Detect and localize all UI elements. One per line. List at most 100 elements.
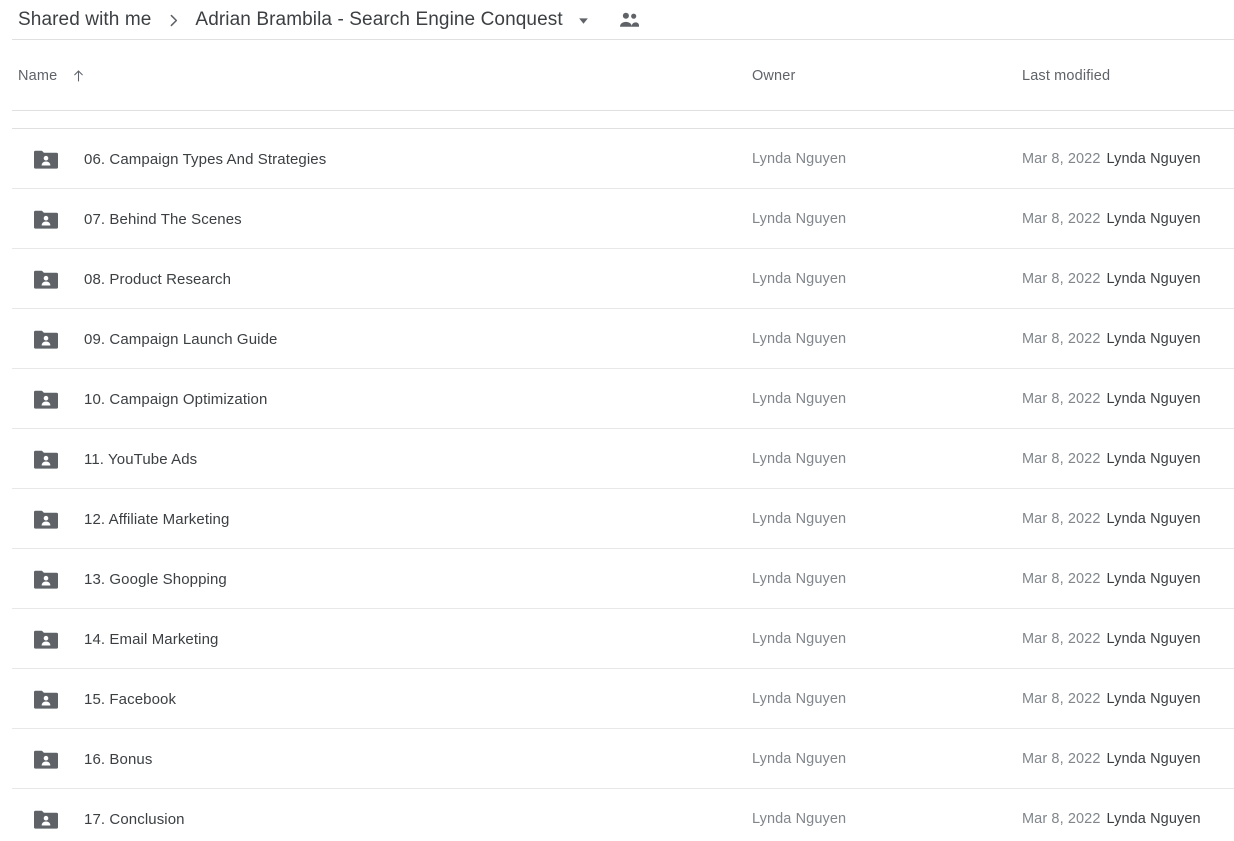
row-owner: Lynda Nguyen <box>752 811 847 827</box>
file-name: 16. Bonus <box>84 750 153 768</box>
file-name: 10. Campaign Optimization <box>84 390 268 408</box>
table-row[interactable]: 13. Google Shopping Lynda Nguyen Mar 8, … <box>0 549 1234 609</box>
modified-date: Mar 8, 2022 <box>1022 691 1101 707</box>
row-owner: Lynda Nguyen <box>752 271 847 287</box>
row-last-modified: Mar 8, 2022 Lynda Nguyen <box>1022 571 1234 587</box>
row-owner: Lynda Nguyen <box>752 691 847 707</box>
modified-by: Lynda Nguyen <box>1106 811 1201 827</box>
modified-by: Lynda Nguyen <box>1106 571 1201 587</box>
shared-folder-icon <box>18 749 58 770</box>
row-last-modified: Mar 8, 2022 Lynda Nguyen <box>1022 211 1234 227</box>
table-row[interactable]: 10. Campaign Optimization Lynda Nguyen M… <box>0 369 1234 429</box>
shared-folder-icon <box>18 509 58 530</box>
column-header-name[interactable]: Name <box>0 68 752 84</box>
row-owner: Lynda Nguyen <box>752 331 847 347</box>
chevron-right-icon <box>165 12 182 29</box>
table-row[interactable]: 09. Campaign Launch Guide Lynda Nguyen M… <box>0 309 1234 369</box>
modified-by: Lynda Nguyen <box>1106 631 1201 647</box>
shared-folder-icon <box>18 329 58 350</box>
table-row[interactable]: 07. Behind The Scenes Lynda Nguyen Mar 8… <box>0 189 1234 249</box>
column-header-owner[interactable]: Owner <box>752 68 1022 84</box>
row-name-cell: 15. Facebook <box>0 689 752 710</box>
row-last-modified: Mar 8, 2022 Lynda Nguyen <box>1022 631 1234 647</box>
shared-folder-icon <box>18 569 58 590</box>
modified-date: Mar 8, 2022 <box>1022 631 1101 647</box>
row-last-modified: Mar 8, 2022 Lynda Nguyen <box>1022 751 1234 767</box>
modified-by: Lynda Nguyen <box>1106 751 1201 767</box>
arrow-up-icon[interactable] <box>71 68 86 84</box>
table-row[interactable]: 08. Product Research Lynda Nguyen Mar 8,… <box>0 249 1234 309</box>
row-name-cell: 17. Conclusion <box>0 809 752 830</box>
row-owner: Lynda Nguyen <box>752 751 847 767</box>
row-owner: Lynda Nguyen <box>752 571 847 587</box>
row-name-cell: 09. Campaign Launch Guide <box>0 329 752 350</box>
table-row[interactable]: 15. Facebook Lynda Nguyen Mar 8, 2022 Lyn… <box>0 669 1234 729</box>
table-row[interactable]: 06. Campaign Types And Strategies Lynda … <box>0 129 1234 189</box>
shared-folder-icon <box>18 689 58 710</box>
row-owner: Lynda Nguyen <box>752 211 847 227</box>
file-name: 14. Email Marketing <box>84 630 219 648</box>
column-header-last-modified[interactable]: Last modified <box>1022 68 1234 84</box>
file-name: 08. Product Research <box>84 270 232 288</box>
shared-folder-icon <box>18 629 58 650</box>
file-name: 15. Facebook <box>84 690 177 708</box>
table-row[interactable]: 12. Affiliate Marketing Lynda Nguyen Mar… <box>0 489 1234 549</box>
modified-by: Lynda Nguyen <box>1106 391 1201 407</box>
chevron-down-icon[interactable] <box>577 14 590 27</box>
modified-by: Lynda Nguyen <box>1106 211 1201 227</box>
breadcrumb-root-shared-with-me[interactable]: Shared with me <box>18 9 151 31</box>
row-name-cell: 10. Campaign Optimization <box>0 389 752 410</box>
people-icon[interactable] <box>618 11 641 30</box>
row-name-cell: 16. Bonus <box>0 749 752 770</box>
row-last-modified: Mar 8, 2022 Lynda Nguyen <box>1022 271 1234 287</box>
modified-date: Mar 8, 2022 <box>1022 451 1101 467</box>
modified-by: Lynda Nguyen <box>1106 691 1201 707</box>
modified-by: Lynda Nguyen <box>1106 331 1201 347</box>
column-header-name-label: Name <box>18 67 58 84</box>
shared-folder-icon <box>18 209 58 230</box>
row-owner: Lynda Nguyen <box>752 511 847 527</box>
file-name: 11. YouTube Ads <box>84 450 198 468</box>
modified-date: Mar 8, 2022 <box>1022 511 1101 527</box>
row-name-cell: 06. Campaign Types And Strategies <box>0 149 752 170</box>
row-owner: Lynda Nguyen <box>752 631 847 647</box>
row-owner: Lynda Nguyen <box>752 151 847 167</box>
file-name: 07. Behind The Scenes <box>84 210 242 228</box>
file-name: 12. Affiliate Marketing <box>84 510 230 528</box>
modified-by: Lynda Nguyen <box>1106 271 1201 287</box>
table-row[interactable]: 14. Email Marketing Lynda Nguyen Mar 8, … <box>0 609 1234 669</box>
row-name-cell: 11. YouTube Ads <box>0 449 752 470</box>
table-row[interactable]: 16. Bonus Lynda Nguyen Mar 8, 2022 Lynda … <box>0 729 1234 789</box>
file-name: 09. Campaign Launch Guide <box>84 330 278 348</box>
shared-folder-icon <box>18 149 58 170</box>
shared-folder-icon <box>18 809 58 830</box>
modified-date: Mar 8, 2022 <box>1022 331 1101 347</box>
file-list: 06. Campaign Types And Strategies Lynda … <box>0 129 1234 841</box>
file-name: 13. Google Shopping <box>84 570 227 588</box>
row-name-cell: 08. Product Research <box>0 269 752 290</box>
row-owner: Lynda Nguyen <box>752 391 847 407</box>
breadcrumb-current-folder[interactable]: Adrian Brambila - Search Engine Conquest <box>195 9 562 31</box>
row-last-modified: Mar 8, 2022 Lynda Nguyen <box>1022 511 1234 527</box>
column-header-row: Name Owner Last modified <box>0 40 1234 111</box>
header-divider-gap <box>0 111 1234 129</box>
shared-folder-icon <box>18 449 58 470</box>
row-name-cell: 13. Google Shopping <box>0 569 752 590</box>
modified-date: Mar 8, 2022 <box>1022 811 1101 827</box>
file-name: 17. Conclusion <box>84 810 185 828</box>
table-row[interactable]: 11. YouTube Ads Lynda Nguyen Mar 8, 2022… <box>0 429 1234 489</box>
modified-date: Mar 8, 2022 <box>1022 151 1101 167</box>
modified-date: Mar 8, 2022 <box>1022 391 1101 407</box>
row-last-modified: Mar 8, 2022 Lynda Nguyen <box>1022 331 1234 347</box>
modified-date: Mar 8, 2022 <box>1022 751 1101 767</box>
modified-by: Lynda Nguyen <box>1106 451 1201 467</box>
shared-folder-icon <box>18 389 58 410</box>
file-name: 06. Campaign Types And Strategies <box>84 150 327 168</box>
table-row[interactable]: 17. Conclusion Lynda Nguyen Mar 8, 2022 L… <box>0 789 1234 841</box>
modified-date: Mar 8, 2022 <box>1022 571 1101 587</box>
row-name-cell: 14. Email Marketing <box>0 629 752 650</box>
row-name-cell: 07. Behind The Scenes <box>0 209 752 230</box>
row-last-modified: Mar 8, 2022 Lynda Nguyen <box>1022 151 1234 167</box>
modified-by: Lynda Nguyen <box>1106 151 1201 167</box>
row-name-cell: 12. Affiliate Marketing <box>0 509 752 530</box>
